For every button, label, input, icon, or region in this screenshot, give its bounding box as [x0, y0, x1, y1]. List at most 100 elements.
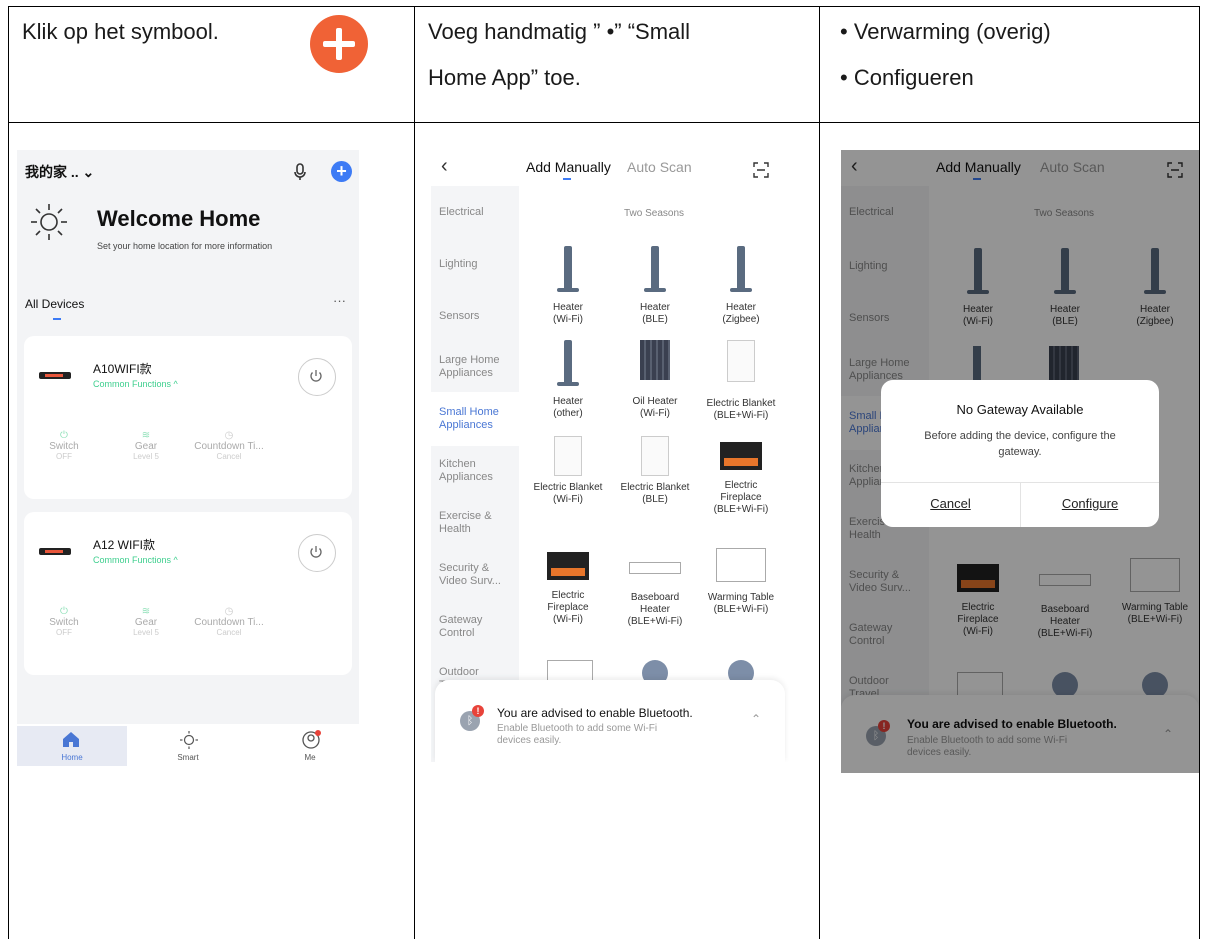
function-state: Level 5	[133, 628, 159, 637]
category-lighting[interactable]: Lighting	[439, 258, 478, 271]
product-heater-ble[interactable]: Heater (BLE)	[615, 246, 695, 326]
fireplace-icon	[547, 552, 589, 580]
product-fireplace-ble-wifi[interactable]: Electric Fireplace (BLE+Wi-Fi)	[701, 442, 781, 516]
category-sensors[interactable]: Sensors	[439, 310, 479, 323]
function-state: Level 5	[133, 452, 159, 461]
instruction-step-2-line1: Voeg handmatig ” •” “Small	[428, 19, 691, 44]
product-oil-heater[interactable]: Oil Heater (Wi-Fi)	[615, 340, 695, 420]
column-divider	[414, 7, 415, 939]
common-functions-toggle[interactable]: Common Functions ^	[93, 555, 178, 565]
device-name: A12 WIFI款	[93, 538, 156, 552]
category-kitchen-appliances[interactable]: Kitchen Appliances	[439, 458, 511, 484]
tab-smart[interactable]: Smart	[143, 726, 233, 766]
product-blanket-ble-wifi[interactable]: Electric Blanket (BLE+Wi-Fi)	[701, 340, 781, 422]
power-button[interactable]	[298, 358, 336, 396]
profile-icon	[302, 730, 321, 749]
fireplace-icon	[720, 442, 762, 470]
product-heater-other[interactable]: Heater (other)	[528, 340, 608, 420]
blanket-icon	[554, 436, 582, 476]
no-gateway-dialog: No Gateway Available Before adding the d…	[881, 380, 1159, 527]
add-plus-icon	[310, 15, 368, 73]
timer-icon: ◷	[224, 606, 234, 617]
function-state: OFF	[56, 628, 72, 637]
product-warming-table[interactable]: Warming Table (BLE+Wi-Fi)	[701, 548, 781, 616]
heat-icon: ≋	[141, 606, 151, 617]
welcome-title: Welcome Home	[97, 206, 261, 231]
blanket-icon	[727, 340, 755, 382]
chevron-up-icon[interactable]: ⌃	[751, 712, 761, 726]
bluetooth-banner[interactable]: ᛒ ! You are advised to enable Bluetooth.…	[435, 680, 785, 762]
category-large-home-appliances[interactable]: Large Home Appliances	[439, 354, 511, 380]
function-label: Countdown Ti...	[194, 617, 264, 628]
product-blanket-ble[interactable]: Electric Blanket (BLE)	[615, 436, 695, 506]
category-small-home-appliances[interactable]: Small Home Appliances	[439, 406, 511, 432]
function-countdown[interactable]: ◷ Countdown Ti... Cancel	[189, 606, 269, 637]
add-device-screen: ‹ Add Manually Auto Scan Electrical Ligh…	[431, 150, 789, 762]
heater-device-icon	[39, 548, 71, 555]
sun-icon	[31, 204, 67, 240]
heater-icon	[644, 246, 666, 296]
category-security[interactable]: Security & Video Surv...	[439, 562, 515, 588]
bluetooth-subtitle: Enable Bluetooth to add some Wi-Fi	[497, 723, 658, 734]
blanket-icon	[641, 436, 669, 476]
dialog-message: Before adding the device, configure the	[924, 430, 1116, 442]
instruction-step-3-line2: • Configueren	[840, 65, 974, 90]
tab-label: Me	[304, 753, 316, 762]
tab-add-manually[interactable]: Add Manually	[526, 159, 611, 175]
dialog-message-2: gateway.	[998, 446, 1042, 458]
sun-icon	[180, 731, 198, 749]
category-exercise-health[interactable]: Exercise & Health	[439, 510, 511, 536]
heater-device-icon	[39, 372, 71, 379]
configure-button[interactable]: Configure	[1021, 496, 1159, 511]
welcome-subtitle[interactable]: Set your home location for more informat…	[97, 241, 272, 251]
power-icon: ⏻	[60, 430, 68, 441]
tab-home[interactable]: Home	[17, 726, 127, 766]
home-screen: 我的家 .. ⌄ + Welcome Home Set your home lo…	[17, 150, 359, 768]
device-card[interactable]: A12 WIFI款 Common Functions ^ ⏻ Switch OFF …	[24, 512, 352, 675]
microphone-icon[interactable]	[293, 163, 307, 181]
scan-icon[interactable]	[753, 162, 769, 178]
timer-icon: ◷	[224, 430, 234, 441]
function-countdown[interactable]: ◷ Countdown Ti... Cancel	[189, 430, 269, 461]
section-title: Two Seasons	[623, 208, 685, 219]
add-device-button[interactable]: +	[331, 161, 352, 182]
category-electrical[interactable]: Electrical	[439, 206, 484, 219]
common-functions-toggle[interactable]: Common Functions ^	[93, 379, 178, 389]
more-icon[interactable]: ···	[333, 293, 346, 308]
function-label: Gear	[134, 617, 158, 628]
product-heater-zigbee[interactable]: Heater (Zigbee)	[701, 246, 781, 326]
function-gear[interactable]: ≋ Gear Level 5	[106, 606, 186, 637]
power-button[interactable]	[298, 534, 336, 572]
category-gateway-control[interactable]: Gateway Control	[439, 614, 511, 640]
product-fireplace-wifi[interactable]: Electric Fireplace (Wi-Fi)	[528, 552, 608, 626]
function-label: Switch	[49, 441, 79, 452]
function-label: Countdown Ti...	[194, 441, 264, 452]
row-divider	[9, 122, 1199, 123]
function-switch[interactable]: ⏻ Switch OFF	[24, 430, 104, 461]
cancel-button[interactable]: Cancel	[881, 496, 1020, 511]
function-state: Cancel	[216, 628, 242, 637]
instruction-step-1: Klik op het symbool.	[22, 19, 219, 44]
product-baseboard-heater[interactable]: Baseboard Heater (BLE+Wi-Fi)	[615, 552, 695, 628]
column-divider	[819, 7, 820, 939]
back-icon[interactable]: ‹	[441, 155, 448, 178]
power-icon	[310, 546, 322, 558]
tab-label: Home	[61, 753, 83, 762]
all-devices-tab[interactable]: All Devices	[25, 297, 84, 311]
product-heater-wifi[interactable]: Heater (Wi-Fi)	[528, 246, 608, 326]
chevron-down-icon: ⌄	[78, 164, 95, 180]
heat-icon: ≋	[141, 430, 151, 441]
power-icon: ⏻	[60, 606, 68, 617]
gateway-dialog-screen: ‹ Add Manually Auto Scan Electrical Ligh…	[841, 150, 1199, 773]
tab-auto-scan[interactable]: Auto Scan	[627, 159, 692, 175]
home-selector[interactable]: 我的家 .. ⌄	[25, 162, 94, 182]
bluetooth-subtitle-2: devices easily.	[497, 735, 562, 746]
function-gear[interactable]: ≋ Gear Level 5	[106, 430, 186, 461]
heater-icon	[557, 246, 579, 296]
product-blanket-wifi[interactable]: Electric Blanket (Wi-Fi)	[528, 436, 608, 506]
device-card[interactable]: A10WIFI款 Common Functions ^ ⏻ Switch OFF ≋…	[24, 336, 352, 499]
instruction-step-2-line2: Home App” toe.	[428, 65, 581, 90]
function-switch[interactable]: ⏻ Switch OFF	[24, 606, 104, 637]
heater-icon	[730, 246, 752, 296]
tab-me[interactable]: Me	[265, 726, 355, 766]
